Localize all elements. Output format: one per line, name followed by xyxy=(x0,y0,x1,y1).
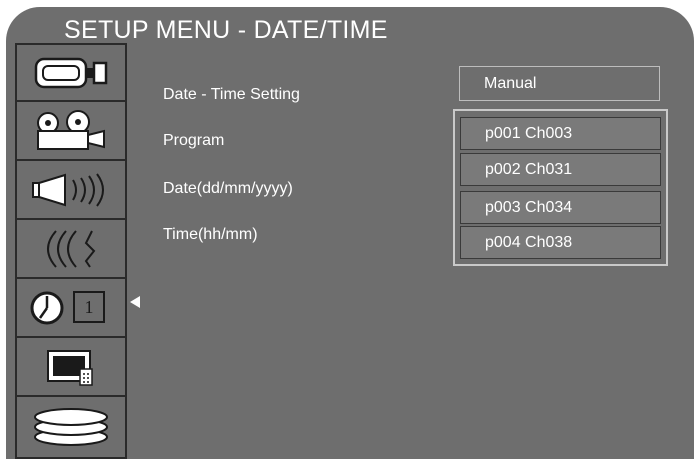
sidebar-item-discs[interactable] xyxy=(17,397,125,457)
program-option-2[interactable]: p002 Ch031 xyxy=(460,153,661,186)
menu-title: SETUP MENU - DATE/TIME xyxy=(64,16,388,44)
sidebar-item-signal[interactable] xyxy=(17,220,125,277)
sidebar-item-camera[interactable] xyxy=(17,45,125,100)
sidebar-item-audio[interactable] xyxy=(17,161,125,218)
speaker-icon xyxy=(32,172,104,207)
date-time-setting-value[interactable]: Manual xyxy=(459,66,660,101)
program-option-3[interactable]: p003 Ch034 xyxy=(460,191,661,224)
sidebar-item-projector[interactable] xyxy=(17,102,125,159)
clock-badge: 1 xyxy=(73,291,105,323)
signal-wave-icon xyxy=(47,229,96,268)
sidebar-item-tv[interactable] xyxy=(17,338,125,395)
program-dropdown: p001 Ch003 p002 Ch031 p003 Ch034 p004 Ch… xyxy=(453,109,668,266)
setting-label-date-time[interactable]: Date - Time Setting xyxy=(163,86,300,104)
disc-stack-icon xyxy=(34,408,108,446)
selection-arrow-icon xyxy=(130,296,140,308)
tv-icon xyxy=(47,349,93,386)
setting-label-time[interactable]: Time(hh/mm) xyxy=(163,226,258,244)
sidebar: 1 xyxy=(15,43,127,459)
program-option-1[interactable]: p001 Ch003 xyxy=(460,117,661,150)
setting-label-program[interactable]: Program xyxy=(163,132,224,150)
film-projector-icon xyxy=(37,109,105,150)
sidebar-item-clock[interactable]: 1 xyxy=(17,279,125,336)
program-option-4[interactable]: p004 Ch038 xyxy=(460,226,661,259)
setting-label-date[interactable]: Date(dd/mm/yyyy) xyxy=(163,180,293,198)
camcorder-icon xyxy=(34,57,108,88)
